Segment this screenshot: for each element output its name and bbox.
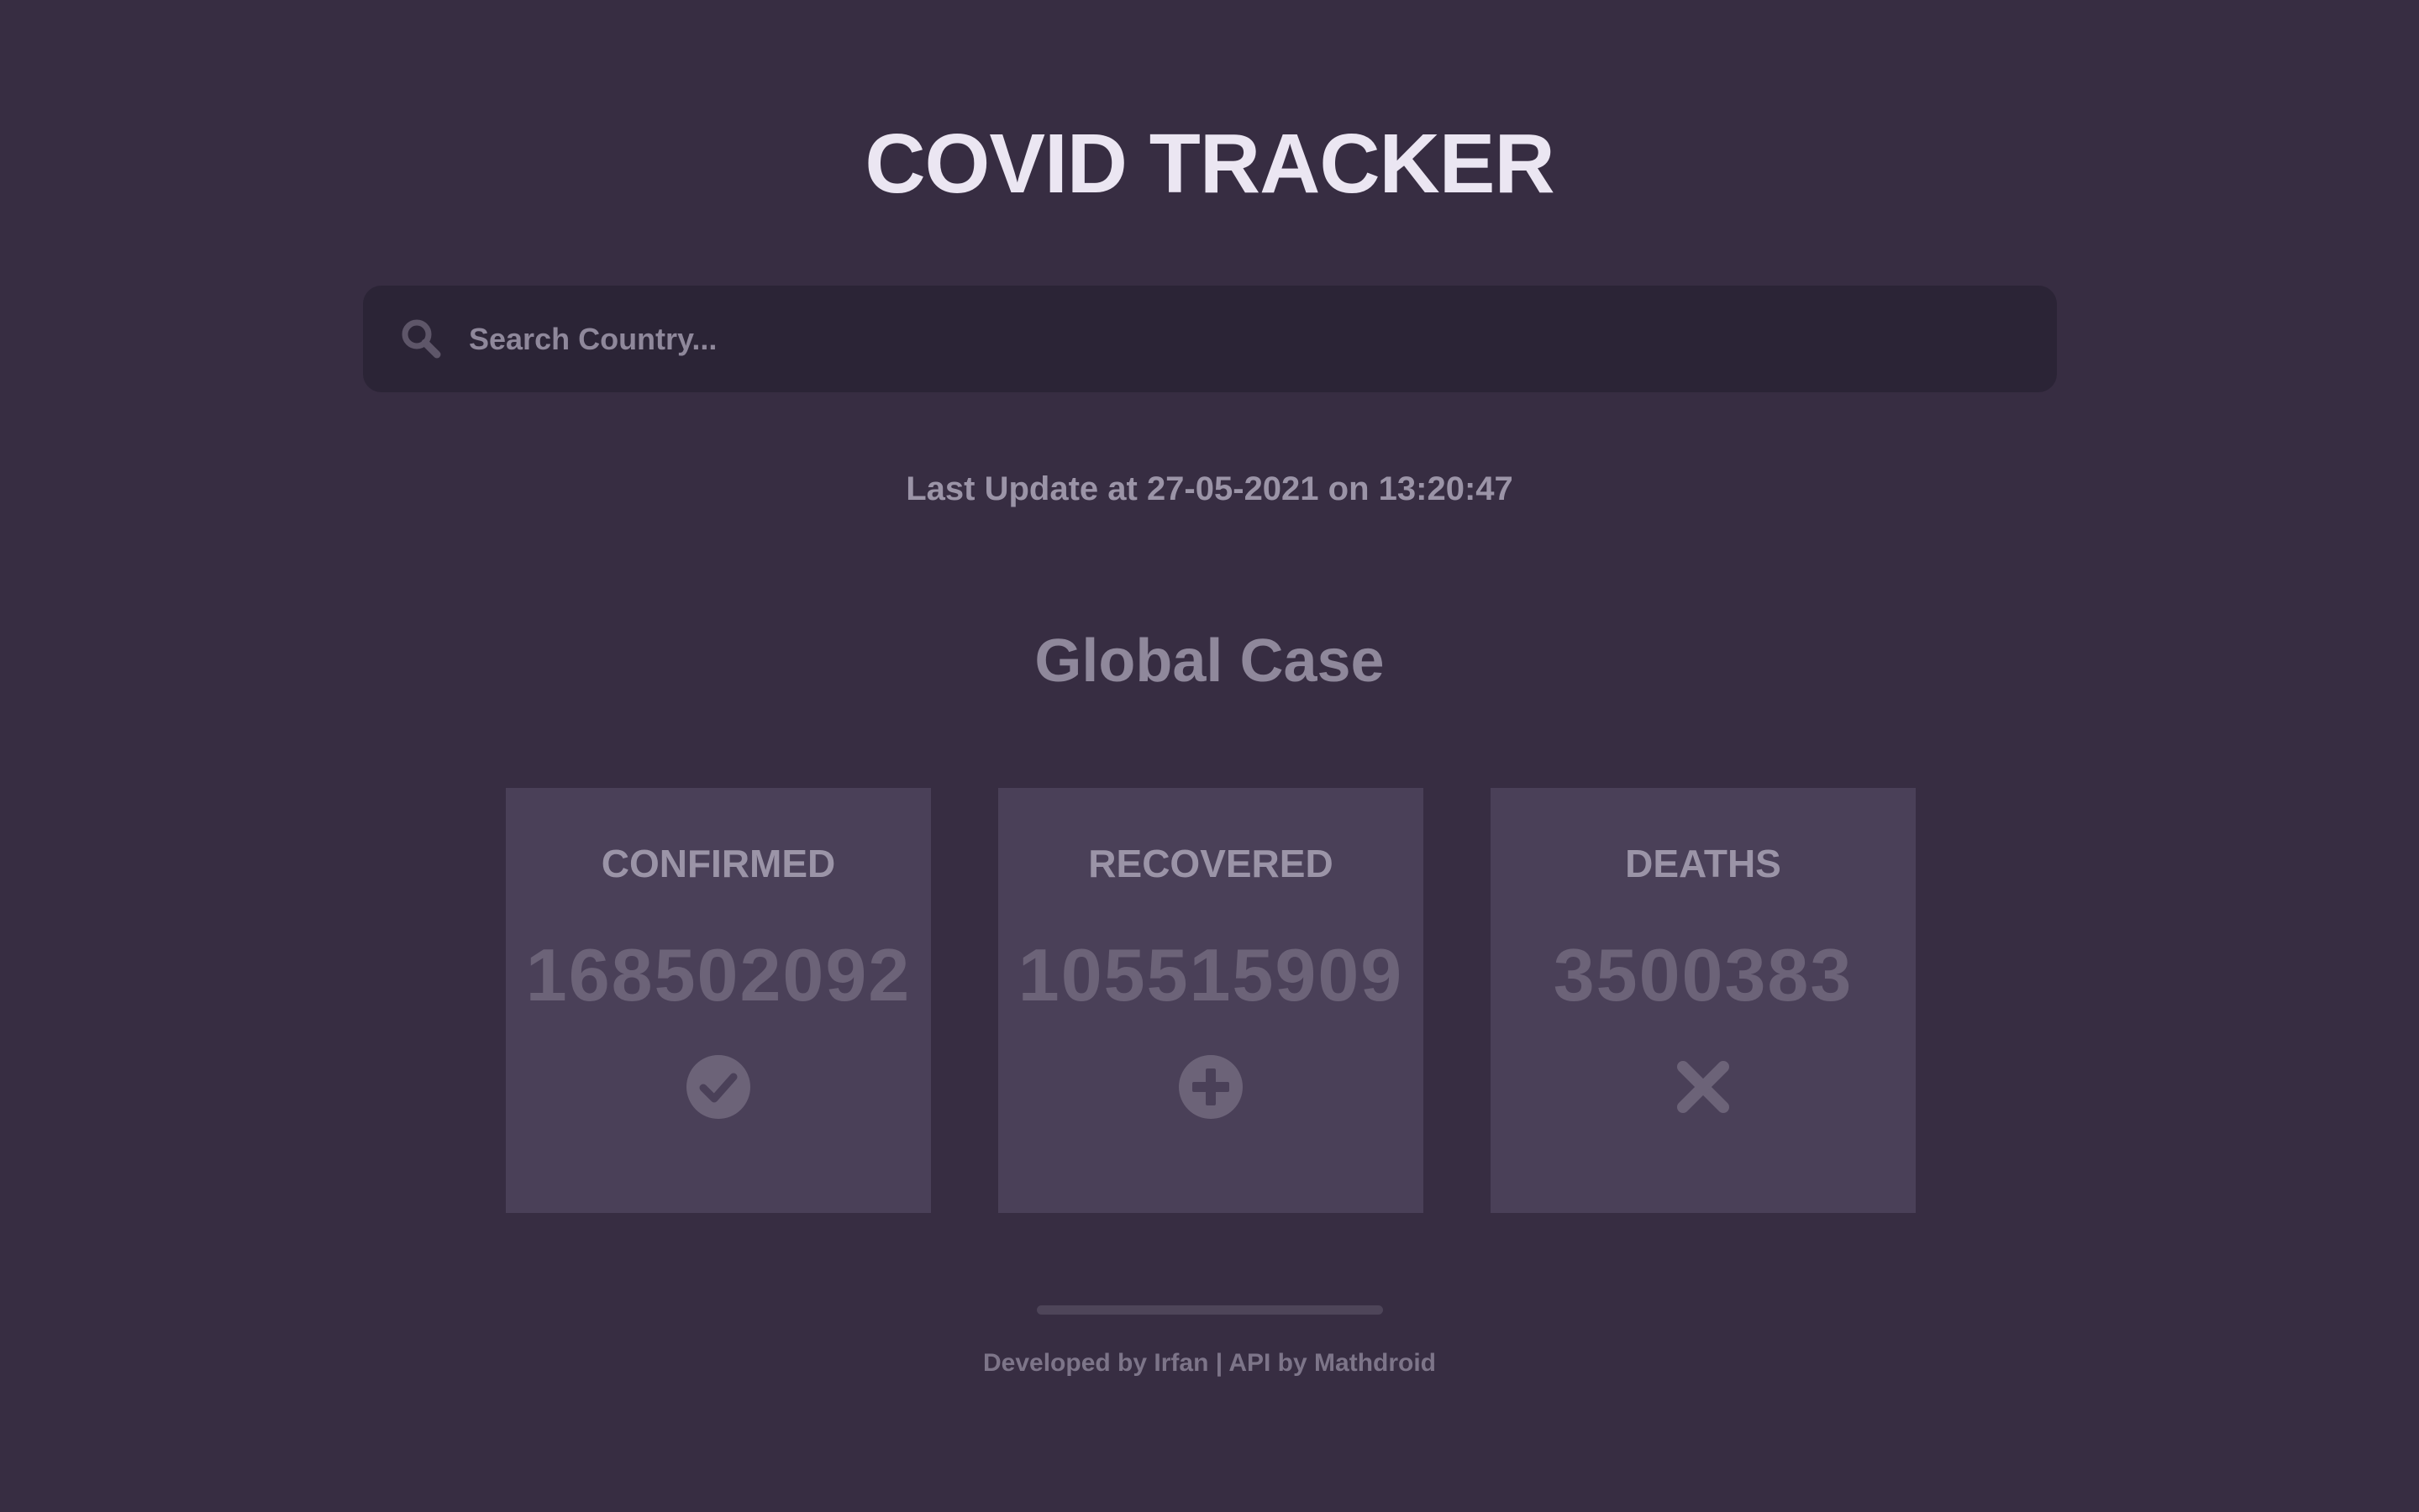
- recovered-value: 105515909: [1018, 933, 1404, 1016]
- confirmed-card: CONFIRMED 168502092: [506, 788, 931, 1213]
- footer-credits: Developed by Irfan | API by Mathdroid: [982, 1349, 1437, 1377]
- close-icon: [1677, 1061, 1729, 1113]
- deaths-label: DEATHS: [1625, 842, 1781, 885]
- recovered-card: RECOVERED 105515909: [998, 788, 1423, 1213]
- check-circle-icon: [686, 1055, 750, 1119]
- global-case-title: Global Case: [1034, 627, 1385, 695]
- deaths-card: DEATHS 3500383: [1491, 788, 1916, 1213]
- deaths-value: 3500383: [1553, 933, 1854, 1016]
- page-title: COVID TRACKER: [865, 117, 1554, 211]
- confirmed-label: CONFIRMED: [601, 842, 836, 885]
- confirmed-value: 168502092: [525, 933, 912, 1016]
- recovered-label: RECOVERED: [1088, 842, 1333, 885]
- plus-circle-icon: [1179, 1055, 1243, 1119]
- last-update-text: Last Update at 27-05-2021 on 13:20:47: [906, 470, 1513, 507]
- footer-divider: [1037, 1305, 1383, 1315]
- search-input[interactable]: [469, 286, 2032, 392]
- search-bar[interactable]: [363, 286, 2057, 392]
- search-icon: [402, 319, 441, 359]
